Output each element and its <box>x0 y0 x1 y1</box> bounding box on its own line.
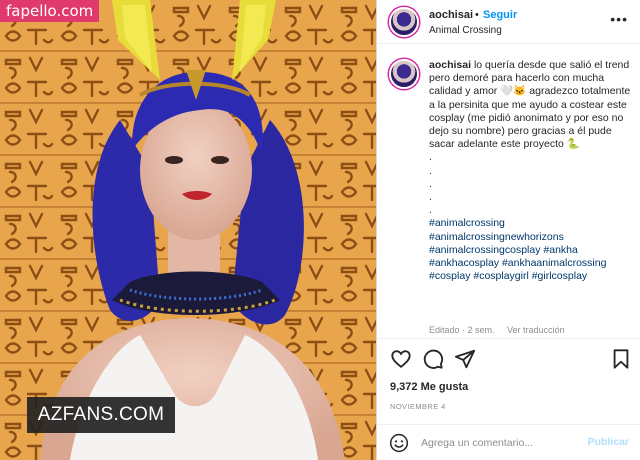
header-separator: • <box>475 9 479 21</box>
bookmark-icon[interactable] <box>610 348 632 370</box>
comment-input[interactable] <box>421 434 581 452</box>
likes-count[interactable]: 9,372 Me gusta <box>390 381 468 393</box>
publish-button[interactable]: Publicar <box>588 436 629 448</box>
caption-section: aochisai lo quería desde que salió el tr… <box>377 55 640 338</box>
watermark: AZFANS.COM <box>27 397 175 433</box>
caption-meta: Editado · 2 sem. Ver traducción <box>429 325 575 335</box>
caption-avatar[interactable] <box>389 59 419 89</box>
heart-icon[interactable] <box>390 348 412 370</box>
caption-text: lo quería desde que salió el trend pero … <box>429 59 631 151</box>
post-header: aochisai • Seguir Animal Crossing ••• <box>377 0 640 44</box>
caption-dots: . . . . . <box>429 151 432 217</box>
edited-label: Editado · 2 sem. <box>429 325 495 335</box>
post-date[interactable]: NOVIEMBRE 4 <box>390 402 446 411</box>
emoji-icon[interactable] <box>389 433 409 453</box>
header-username[interactable]: aochisai <box>429 9 473 21</box>
action-bar <box>377 338 640 378</box>
caption-username[interactable]: aochisai <box>429 59 471 71</box>
follow-button[interactable]: Seguir <box>483 9 517 21</box>
site-tag: fapello.com <box>0 0 100 22</box>
location-link[interactable]: Animal Crossing <box>429 25 502 36</box>
caption-hashtags[interactable]: #animalcrossing #animalcrossingnewhorizo… <box>429 217 606 282</box>
more-options-icon[interactable]: ••• <box>610 12 628 26</box>
post-sidebar: aochisai • Seguir Animal Crossing ••• ao… <box>376 0 640 460</box>
comment-bar: Publicar <box>377 424 640 460</box>
share-icon[interactable] <box>454 348 476 370</box>
avatar[interactable] <box>389 7 419 37</box>
caption: aochisai lo quería desde que salió el tr… <box>429 59 633 283</box>
translate-link[interactable]: Ver traducción <box>507 325 565 335</box>
comment-icon[interactable] <box>422 348 444 370</box>
post-photo[interactable]: fapello.com AZFANS.COM <box>0 0 376 460</box>
cosplay-photo-illustration <box>0 0 376 460</box>
